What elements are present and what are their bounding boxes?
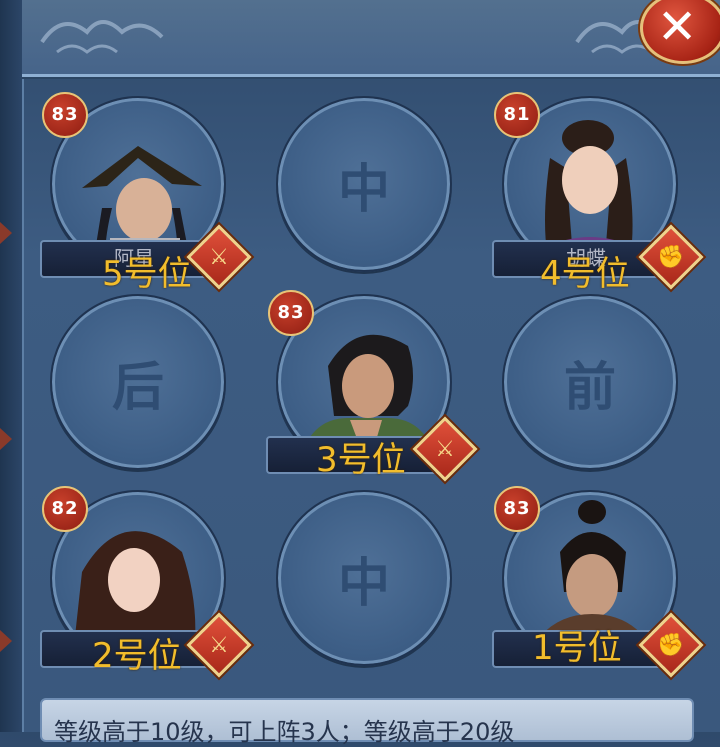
formation-slot-empty-bottom[interactable]: 中: [276, 490, 452, 666]
hero-level-badge: 83: [42, 92, 88, 138]
position-label: 1号位: [532, 628, 622, 668]
sword-icon: ⚔: [209, 244, 229, 270]
formation-rules-text: 等级高于10级，可上阵3人；等级高于20级: [54, 718, 515, 746]
formation-slot-empty-front[interactable]: 前: [502, 294, 678, 470]
position-label: 2号位: [92, 636, 182, 676]
fist-icon: ✊: [657, 632, 685, 658]
frame-notch: [0, 428, 12, 450]
slot-placeholder-glyph: 后: [111, 357, 164, 418]
formation-rules-bar: 等级高于10级，可上阵3人；等级高于20级: [40, 698, 694, 746]
formation-slot-empty-back[interactable]: 后: [50, 294, 226, 470]
close-x-icon: ✕: [657, 0, 698, 55]
frame-notch: [0, 222, 12, 244]
cloud-ornament-icon: [40, 20, 164, 54]
hero-level-badge: 82: [42, 486, 88, 532]
slot-placeholder-glyph: 中: [337, 553, 390, 614]
crossed-swords-icon: ⚔: [435, 436, 455, 462]
hero-level-badge: 81: [494, 92, 540, 138]
fist-icon: ✊: [657, 244, 685, 270]
position-label: 3号位: [316, 440, 406, 480]
frame-notch: [0, 630, 12, 652]
left-frame: [0, 0, 24, 732]
panel-header: [22, 0, 720, 77]
sword-icon: ⚔: [209, 632, 229, 658]
slot-placeholder-glyph: 中: [337, 159, 390, 220]
position-label: 4号位: [540, 254, 630, 294]
hero-level-badge: 83: [494, 486, 540, 532]
position-label: 5号位: [102, 254, 192, 294]
slot-placeholder-glyph: 前: [563, 357, 616, 418]
formation-slot-empty-top[interactable]: 中: [276, 96, 452, 272]
hero-level-badge: 83: [268, 290, 314, 336]
